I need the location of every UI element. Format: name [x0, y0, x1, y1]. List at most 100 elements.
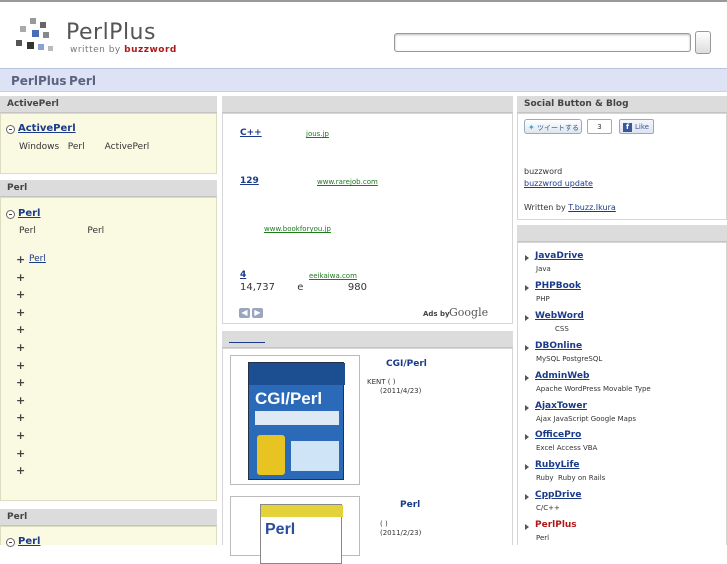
arrow-right-icon [525, 284, 529, 291]
section-desc-perl: Perl Perl [19, 226, 105, 236]
panel-head-sites [517, 225, 727, 242]
section-link-perl-2[interactable]: Perl [18, 536, 40, 547]
section-link-perl[interactable]: Perl [18, 208, 49, 219]
expand-plus-icon[interactable]: + [16, 464, 25, 477]
ad-url-2[interactable]: www.rarejob.com [317, 178, 378, 186]
arrow-right-icon [525, 494, 529, 501]
ad-prev-icon[interactable]: ◀ [239, 308, 250, 318]
panel-head-activeperl: ActivePerl [0, 96, 217, 113]
panel-head-ads [222, 96, 513, 113]
site-desc: Java [536, 265, 551, 273]
section-bullet-icon [6, 125, 15, 134]
breadcrumb-bar: PerlPlus Perl [0, 68, 727, 92]
ad-url-3[interactable]: www.bookforyou.jp [264, 225, 331, 233]
site-desc: PHP [536, 294, 550, 303]
site-link-webword[interactable]: WebWord [535, 311, 584, 321]
book-title-cgi-perl[interactable]: CGI/Perl [386, 359, 427, 369]
ads-by-label: Ads by [423, 310, 450, 318]
tweet-count: 3 [587, 119, 612, 134]
book-author-perl: ( ) [380, 520, 388, 528]
blog-update-link[interactable]: buzzwrod update [524, 179, 593, 188]
perl-topic-link[interactable] [29, 272, 51, 282]
site-link-adminweb[interactable]: AdminWeb [535, 371, 589, 381]
perl-topic-link[interactable]: Perl [29, 254, 72, 264]
twitter-bird-icon: ✦ [528, 123, 535, 132]
book-author-cgi-perl: KENT ( ) [367, 378, 396, 386]
books-head-link[interactable] [229, 334, 265, 343]
blog-name: buzzword [524, 167, 563, 176]
panel-head-perl-2: Perl [0, 509, 217, 526]
site-desc: Ajax JavaScript Google Maps [536, 414, 637, 423]
site-desc: Apache WordPress Movable Type [536, 384, 651, 393]
expand-plus-icon[interactable]: + [16, 341, 25, 354]
arrow-right-icon [525, 524, 529, 531]
perl-topic-link[interactable] [29, 307, 42, 317]
expand-plus-icon[interactable]: + [16, 271, 25, 284]
expand-plus-icon[interactable]: + [16, 288, 25, 301]
arrow-right-icon [525, 434, 529, 441]
site-desc: Ruby Ruby on Rails [536, 474, 606, 483]
arrow-right-icon [525, 314, 529, 321]
books-box: CGI/Perl CGI/Perl KENT ( ) (2011/4/23) P… [222, 348, 513, 564]
arrow-right-icon [525, 344, 529, 351]
ad-next-icon[interactable]: ▶ [252, 308, 263, 318]
site-desc: Excel Access VBA [536, 444, 598, 453]
book-title-perl[interactable]: Perl [400, 500, 420, 510]
perl-topic-link[interactable] [29, 412, 42, 422]
site-link-rubylife[interactable]: RubyLife [535, 460, 580, 470]
tweet-button[interactable]: ✦ ツイートする [524, 119, 582, 134]
nav-item-perlplus[interactable]: PerlPlus [11, 74, 67, 88]
site-link-phpbook[interactable]: PHPBook [535, 281, 581, 291]
nav-item-perl[interactable]: Perl [69, 74, 96, 88]
google-logo[interactable]: Google [449, 306, 488, 319]
facebook-like-button[interactable]: f Like [619, 119, 654, 134]
ad-title-3[interactable] [240, 224, 262, 234]
logo-icon[interactable] [16, 18, 54, 56]
arrow-right-icon [525, 255, 529, 261]
site-logo-title[interactable]: PerlPlus [66, 20, 156, 45]
perl-topic-link[interactable] [29, 395, 38, 405]
site-link-dbonline[interactable]: DBOnline [535, 341, 582, 351]
site-link-ajaxtower[interactable]: AjaxTower [535, 401, 587, 411]
site-link-perlplus[interactable]: PerlPlus [535, 520, 577, 530]
site-desc: MySQL PostgreSQL [536, 354, 603, 363]
expand-plus-icon[interactable]: + [16, 429, 25, 442]
expand-plus-icon[interactable]: + [16, 253, 25, 266]
ad-title-2[interactable]: 129 [240, 176, 314, 186]
perl-topic-link[interactable] [29, 377, 42, 387]
perl-topic-link[interactable] [29, 448, 60, 458]
book-cover-perl[interactable]: Perl [230, 496, 360, 564]
sites-box: JavaDrive Java PHPBook PHP WebWord CSS DBOnlin… [517, 242, 727, 545]
site-link-cppdrive[interactable]: CppDrive [535, 490, 581, 500]
site-link-officepro[interactable]: OfficePro [535, 430, 581, 440]
section-desc-activeperl: Windows Perl ActivePerl [19, 142, 150, 152]
perl-topic-link[interactable] [29, 360, 42, 370]
expand-plus-icon[interactable]: + [16, 359, 25, 372]
panel-head-books [222, 331, 513, 348]
author-link[interactable]: T.buzz.Ikura [568, 203, 616, 212]
perl-topic-link[interactable] [29, 324, 34, 334]
expand-plus-icon[interactable]: + [16, 306, 25, 319]
ad-title-1[interactable]: C++ [240, 128, 303, 138]
site-desc: C/C++ [536, 504, 560, 513]
section-link-activeperl[interactable]: ActivePerl [18, 123, 100, 134]
perl-topic-link[interactable] [29, 465, 42, 475]
expand-plus-icon[interactable]: + [16, 394, 25, 407]
search-input[interactable] [394, 33, 691, 52]
site-link-javadrive[interactable]: JavaDrive [535, 251, 583, 261]
site-header: PerlPlus written by buzzword [0, 2, 727, 68]
ad-url-4[interactable]: eeikaiwa.com [309, 272, 357, 280]
search-button[interactable] [695, 31, 711, 54]
book-cover-cgi-perl[interactable]: CGI/Perl [230, 355, 360, 485]
perl-topic-link[interactable] [29, 342, 36, 352]
expand-plus-icon[interactable]: + [16, 447, 25, 460]
perl-topic-link[interactable] [29, 289, 47, 299]
perl-topic-link[interactable] [29, 430, 42, 440]
site-desc: CSS [555, 324, 569, 333]
panel-head-social: Social Button & Blog [517, 96, 727, 113]
expand-plus-icon[interactable]: + [16, 376, 25, 389]
expand-plus-icon[interactable]: + [16, 411, 25, 424]
ad-url-1[interactable]: jous.jp [306, 130, 329, 138]
ad-title-4[interactable]: 4 [240, 270, 306, 280]
expand-plus-icon[interactable]: + [16, 323, 25, 336]
